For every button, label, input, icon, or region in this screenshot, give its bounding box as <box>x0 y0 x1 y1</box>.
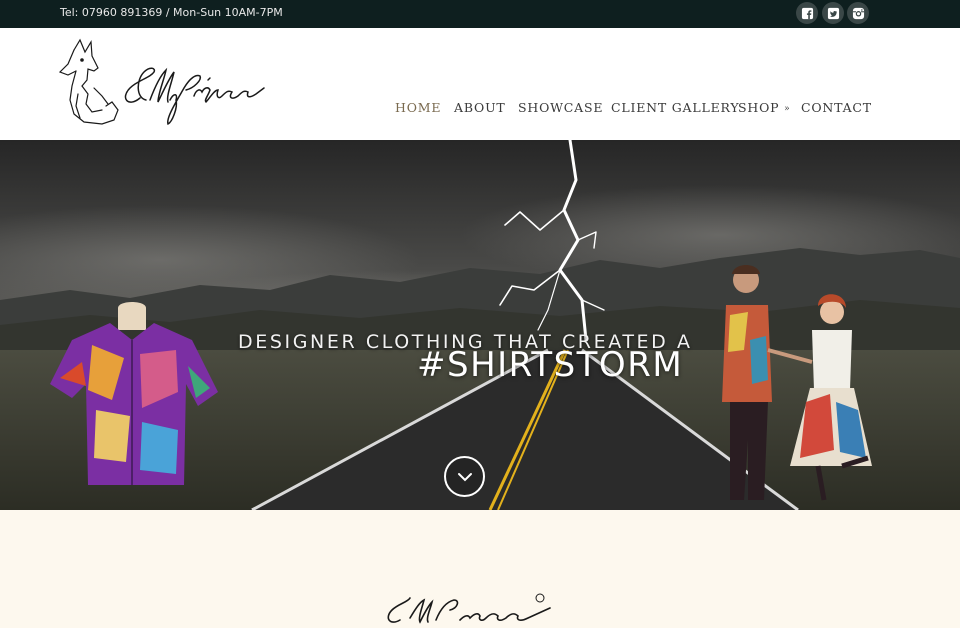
brand-logo[interactable] <box>58 38 268 130</box>
twitter-icon <box>827 7 839 19</box>
instagram-icon <box>852 7 864 19</box>
hero-headline: #SHIRTSTORM <box>417 345 684 385</box>
nav-shop-label: SHOP <box>738 100 780 115</box>
hero-banner: DESIGNER CLOTHING THAT CREATED A #SHIRTS… <box>0 140 960 510</box>
facebook-icon <box>801 7 813 19</box>
instagram-link[interactable] <box>847 2 869 24</box>
nav-client-gallery[interactable]: CLIENT GALLERY <box>611 100 739 115</box>
site-header: HOME ABOUT SHOWCASE CLIENT GALLERY SHOP … <box>0 28 960 147</box>
nav-shop[interactable]: SHOP » <box>738 100 790 115</box>
signature-logo <box>387 593 551 624</box>
hero-background-image <box>0 140 960 510</box>
intro-section <box>0 510 960 628</box>
scroll-down-button[interactable] <box>444 456 485 497</box>
chevron-double-down-icon: » <box>784 104 791 114</box>
nav-home[interactable]: HOME <box>395 100 441 115</box>
nav-showcase[interactable]: SHOWCASE <box>518 100 603 115</box>
nav-about[interactable]: ABOUT <box>454 100 506 115</box>
chevron-down-icon <box>457 472 472 481</box>
contact-info: Tel: 07960 891369 / Mon-Sun 10AM-7PM <box>60 6 283 19</box>
facebook-link[interactable] <box>796 2 818 24</box>
twitter-link[interactable] <box>822 2 844 24</box>
top-bar: Tel: 07960 891369 / Mon-Sun 10AM-7PM <box>0 0 960 28</box>
nav-contact[interactable]: CONTACT <box>801 100 872 115</box>
